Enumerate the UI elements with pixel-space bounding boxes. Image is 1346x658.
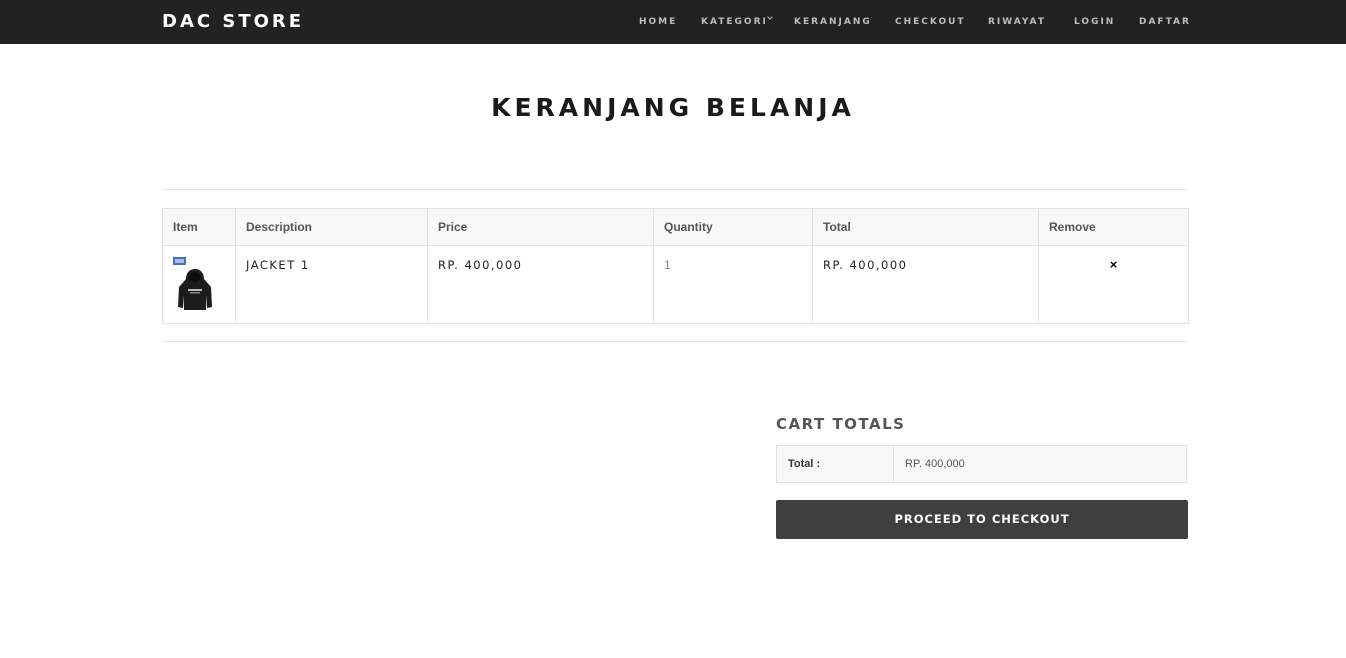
remove-icon[interactable]: × bbox=[1049, 258, 1178, 272]
totals-row: Total : RP. 400,000 bbox=[776, 445, 1187, 483]
nav-login[interactable]: LOGIN bbox=[1074, 16, 1115, 28]
column-header-price: Price bbox=[427, 208, 654, 246]
page-title: KERANJANG BELANJA bbox=[491, 93, 855, 122]
cell-quantity: 1 bbox=[653, 245, 813, 324]
totals-value: RP. 400,000 bbox=[893, 445, 1187, 483]
nav-riwayat[interactable]: RIWAYAT bbox=[988, 16, 1046, 28]
totals-label: Total : bbox=[776, 445, 894, 483]
cell-price: RP. 400,000 bbox=[427, 245, 654, 324]
product-total: RP. 400,000 bbox=[823, 258, 908, 272]
cart-table: Item Description Price Quantity Total Re… bbox=[162, 208, 1189, 324]
divider-top bbox=[162, 189, 1188, 190]
proceed-to-checkout-button[interactable]: PROCEED TO CHECKOUT bbox=[776, 500, 1188, 539]
nav-daftar[interactable]: DAFTAR bbox=[1139, 16, 1191, 28]
product-quantity: 1 bbox=[664, 258, 671, 272]
product-price: RP. 400,000 bbox=[438, 258, 523, 272]
divider-bottom bbox=[162, 341, 1188, 342]
cell-description: JACKET 1 bbox=[235, 245, 428, 324]
hoodie-product-image[interactable] bbox=[173, 257, 217, 317]
cart-totals-table: Total : RP. 400,000 bbox=[776, 445, 1187, 483]
nav-keranjang[interactable]: KERANJANG bbox=[794, 16, 872, 28]
cell-item-image bbox=[162, 245, 236, 324]
nav-home[interactable]: HOME bbox=[639, 16, 677, 28]
cell-total: RP. 400,000 bbox=[812, 245, 1039, 324]
column-header-description: Description bbox=[235, 208, 428, 246]
nav-checkout[interactable]: CHECKOUT bbox=[895, 16, 966, 28]
table-row: JACKET 1 RP. 400,000 1 RP. 400,000 × bbox=[162, 245, 1189, 324]
column-header-remove: Remove bbox=[1038, 208, 1189, 246]
cart-table-header-row: Item Description Price Quantity Total Re… bbox=[162, 208, 1189, 246]
cart-totals-title: CART TOTALS bbox=[776, 415, 906, 433]
brand-logo[interactable]: DAC STORE bbox=[162, 11, 304, 33]
chevron-down-icon[interactable] bbox=[767, 14, 773, 20]
cell-remove: × bbox=[1038, 245, 1189, 324]
column-header-total: Total bbox=[812, 208, 1039, 246]
product-name[interactable]: JACKET 1 bbox=[246, 258, 310, 272]
column-header-item: Item bbox=[162, 208, 236, 246]
top-navbar: DAC STORE HOME KATEGORI KERANJANG CHECKO… bbox=[0, 0, 1346, 44]
column-header-quantity: Quantity bbox=[653, 208, 813, 246]
nav-kategori[interactable]: KATEGORI bbox=[701, 16, 768, 28]
